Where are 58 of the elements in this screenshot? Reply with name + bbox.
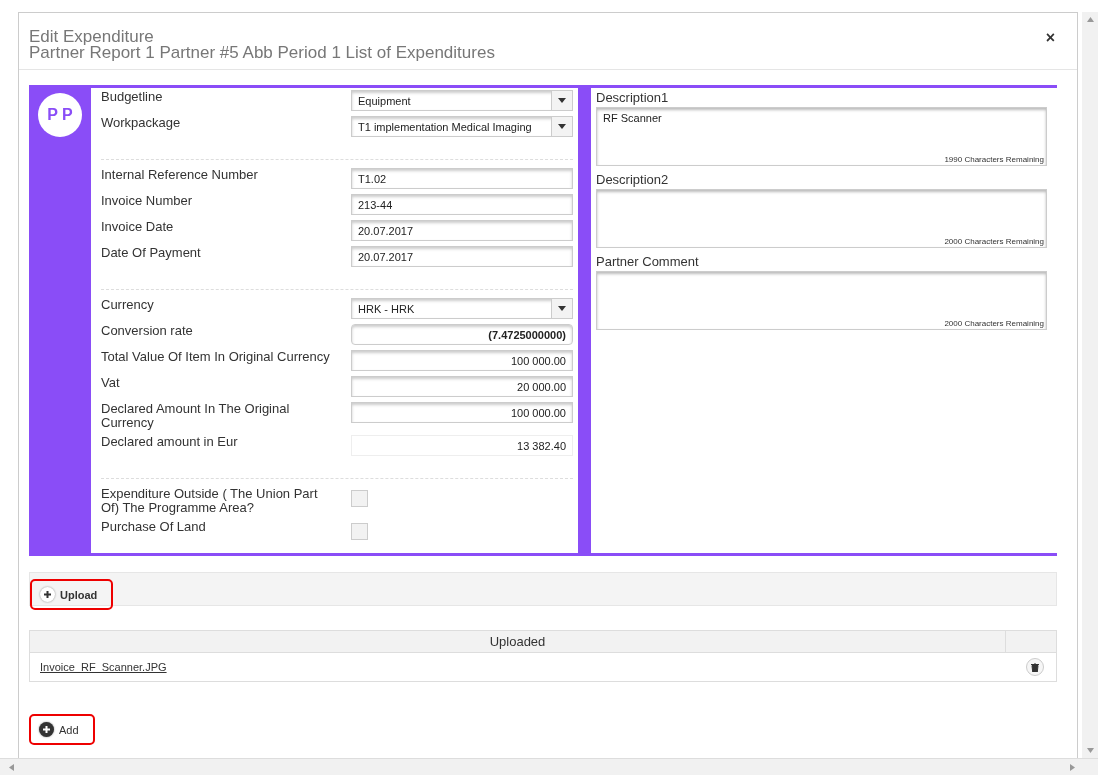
character-counter: 1990 Characters Remaining	[944, 155, 1044, 164]
field-label: Invoice Number	[101, 194, 194, 208]
scroll-arrow-icon[interactable]	[8, 763, 15, 771]
input-field[interactable]: (7.4725000000)	[351, 324, 573, 345]
caret-icon	[558, 306, 566, 311]
text-area[interactable]: RF Scanner 1990 Characters Remaining	[596, 107, 1047, 166]
scroll-arrow-icon[interactable]	[1086, 16, 1094, 23]
caret-icon	[558, 98, 566, 103]
avatar: P P	[38, 93, 82, 137]
field-label: Vat	[101, 376, 121, 390]
text-area[interactable]: 2000 Characters Remaining	[596, 189, 1047, 248]
upload-button[interactable]: Upload	[40, 587, 98, 602]
field-label: Workpackage	[101, 116, 182, 130]
field-label: Declared Amount In The Original Currency	[101, 402, 291, 430]
field-label: Total Value Of Item In Original Currency	[101, 350, 331, 364]
readonly-field[interactable]: 13 382.40	[351, 435, 573, 456]
field-label: Description2	[596, 172, 670, 187]
field-label: Expenditure Outside ( The Union Part Of) The Programme Area?	[101, 487, 319, 515]
dialog-subtitle: Partner Report 1 Partner #5 Abb Period 1 List of Expenditures	[29, 45, 495, 61]
caret-icon	[558, 124, 566, 129]
field-label: Declared amount in Eur	[101, 435, 239, 449]
input-field[interactable]: 20.07.2017	[351, 220, 573, 241]
checkbox[interactable]	[351, 523, 368, 540]
plus-icon	[40, 587, 55, 602]
input-field[interactable]: 100 000.00	[351, 350, 573, 371]
character-counter: 2000 Characters Remaining	[944, 319, 1044, 328]
dropdown[interactable]: Equipment	[351, 90, 573, 111]
field-label: Internal Reference Number	[101, 168, 259, 182]
input-field[interactable]: 20.07.2017	[351, 246, 573, 267]
text-area[interactable]: 2000 Characters Remaining	[596, 271, 1047, 330]
field-label: Date Of Payment	[101, 246, 202, 260]
scroll-arrow-icon[interactable]	[1086, 747, 1094, 754]
close-button[interactable]: ×	[1045, 29, 1055, 47]
input-field[interactable]: T1.02	[351, 168, 573, 189]
horizontal-scrollbar[interactable]	[0, 758, 1098, 775]
delete-button[interactable]	[1026, 658, 1044, 676]
input-field[interactable]: 20 000.00	[351, 376, 573, 397]
field-label: Invoice Date	[101, 220, 175, 234]
scroll-arrow-icon[interactable]	[1069, 763, 1076, 771]
dropdown[interactable]: T1 implementation Medical Imaging	[351, 116, 573, 137]
dropdown[interactable]: HRK - HRK	[351, 298, 573, 319]
field-label: Budgetline	[101, 90, 164, 104]
dialog-title: Edit Expenditure	[29, 29, 155, 45]
checkbox[interactable]	[351, 490, 368, 507]
character-counter: 2000 Characters Remaining	[944, 237, 1044, 246]
file-link[interactable]: Invoice_RF_Scanner.JPG	[40, 661, 167, 673]
column-header: Uploaded	[30, 631, 1006, 652]
add-button[interactable]: Add	[39, 722, 79, 737]
input-field[interactable]: 213-44	[351, 194, 573, 215]
plus-icon	[39, 722, 54, 737]
trash-icon	[1031, 662, 1039, 672]
field-label: Description1	[596, 90, 670, 105]
field-label: Conversion rate	[101, 324, 194, 338]
field-label: Currency	[101, 298, 155, 312]
field-label: Partner Comment	[596, 254, 700, 269]
vertical-scrollbar[interactable]	[1082, 12, 1098, 758]
field-label: Purchase Of Land	[101, 520, 207, 534]
input-field[interactable]: 100 000.00	[351, 402, 573, 423]
